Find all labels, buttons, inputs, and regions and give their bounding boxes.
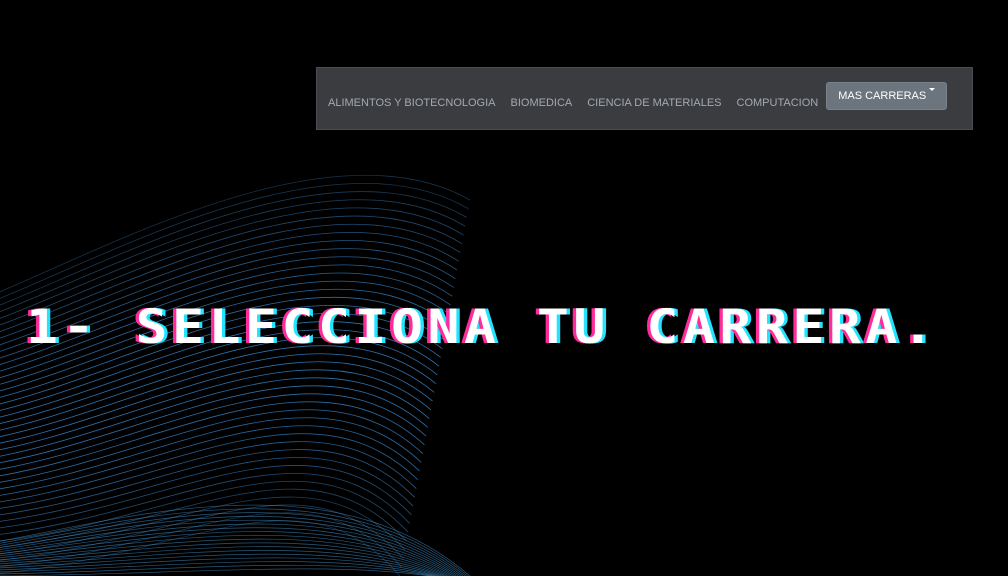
wave-line <box>0 441 417 509</box>
wave-line <box>0 433 419 503</box>
wave-line <box>0 191 467 306</box>
wave-line <box>0 496 406 555</box>
wave-line <box>0 465 412 529</box>
nav-link-computacion[interactable]: COMPUTACION <box>737 97 819 109</box>
caret-down-icon <box>929 88 936 91</box>
wave-line <box>0 527 457 576</box>
wave-line <box>0 369 432 451</box>
more-careers-label: MAS CARRERAS <box>838 89 927 102</box>
wave-line <box>0 457 414 522</box>
nav-link-biomedica[interactable]: BIOMEDICA <box>511 97 573 109</box>
wave-line <box>0 183 469 299</box>
nav-link-alimentos[interactable]: ALIMENTOS Y BIOTECNOLOGIA <box>328 97 496 109</box>
wave-line <box>0 361 433 444</box>
careers-navbar: ALIMENTOS Y BIOTECNOLOGIA BIOMEDICA CIEN… <box>316 67 973 130</box>
page-headline: 1- SELECCIONA TU CARRERA. <box>26 300 939 355</box>
more-careers-dropdown-button[interactable]: MAS CARRERAS <box>826 81 948 110</box>
nav-link-ciencia-materiales[interactable]: CIENCIA DE MATERIALES <box>587 97 721 109</box>
wave-line <box>0 516 464 576</box>
wave-line <box>0 353 435 438</box>
wave-line <box>0 425 420 496</box>
